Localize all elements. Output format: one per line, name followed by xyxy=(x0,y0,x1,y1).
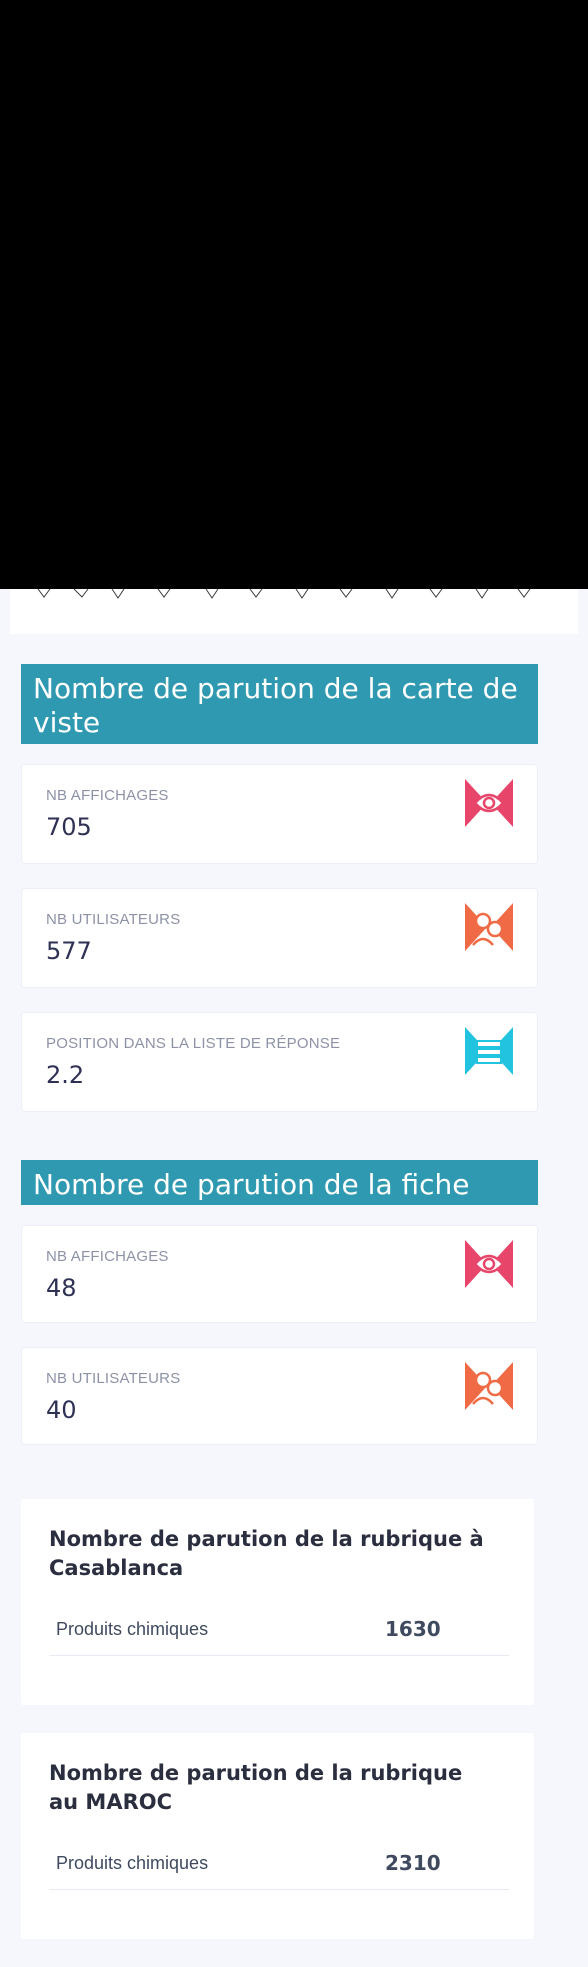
rubrique-count: 2310 xyxy=(385,1851,441,1875)
stat-label: POSITION DANS LA LISTE DE RÉPONSE xyxy=(46,1035,341,1052)
users-icon xyxy=(465,1362,513,1410)
rubrique-name: Produits chimiques xyxy=(56,1853,209,1873)
stat-label: NB UTILISATEURS xyxy=(46,911,181,928)
stat-label: NB UTILISATEURS xyxy=(46,1370,181,1387)
stat-card-affichages: NB AFFICHAGES 48 xyxy=(21,1225,538,1323)
table-row: Produits chimiques 1630 xyxy=(49,1607,509,1656)
chart-card xyxy=(10,589,578,634)
rubrique-count: 1630 xyxy=(385,1617,441,1641)
rubrique-card-maroc: Nombre de parution de la rubrique au MAR… xyxy=(21,1733,534,1939)
stat-value: 2.2 xyxy=(46,1061,85,1089)
stat-label: NB AFFICHAGES xyxy=(46,787,169,804)
stat-label: NB AFFICHAGES xyxy=(46,1248,169,1265)
rubrique-name: Produits chimiques xyxy=(56,1619,209,1639)
chart-line xyxy=(37,589,531,599)
section-title-fiche: Nombre de parution de la fiche xyxy=(21,1160,538,1205)
section-title-carte: Nombre de parution de la carte de viste xyxy=(21,664,538,744)
stat-value: 40 xyxy=(46,1396,77,1424)
table-row: Produits chimiques 2310 xyxy=(49,1841,509,1890)
stat-value: 577 xyxy=(46,937,92,965)
redacted-region xyxy=(0,0,588,589)
stat-value: 48 xyxy=(46,1274,77,1302)
stat-card-utilisateurs: NB UTILISATEURS 577 xyxy=(21,888,538,988)
stat-card-utilisateurs: NB UTILISATEURS 40 xyxy=(21,1347,538,1445)
rubrique-card-casablanca: Nombre de parution de la rubrique à Casa… xyxy=(21,1499,534,1705)
stat-card-affichages: NB AFFICHAGES 705 xyxy=(21,764,538,864)
rubrique-title: Nombre de parution de la rubrique à Casa… xyxy=(49,1527,484,1580)
rubrique-title: Nombre de parution de la rubrique au MAR… xyxy=(49,1761,463,1814)
eye-icon xyxy=(465,1240,513,1288)
stat-card-position: POSITION DANS LA LISTE DE RÉPONSE 2.2 xyxy=(21,1012,538,1112)
eye-icon xyxy=(465,779,513,827)
users-icon xyxy=(465,903,513,951)
list-position-icon xyxy=(465,1027,513,1075)
stat-value: 705 xyxy=(46,813,92,841)
